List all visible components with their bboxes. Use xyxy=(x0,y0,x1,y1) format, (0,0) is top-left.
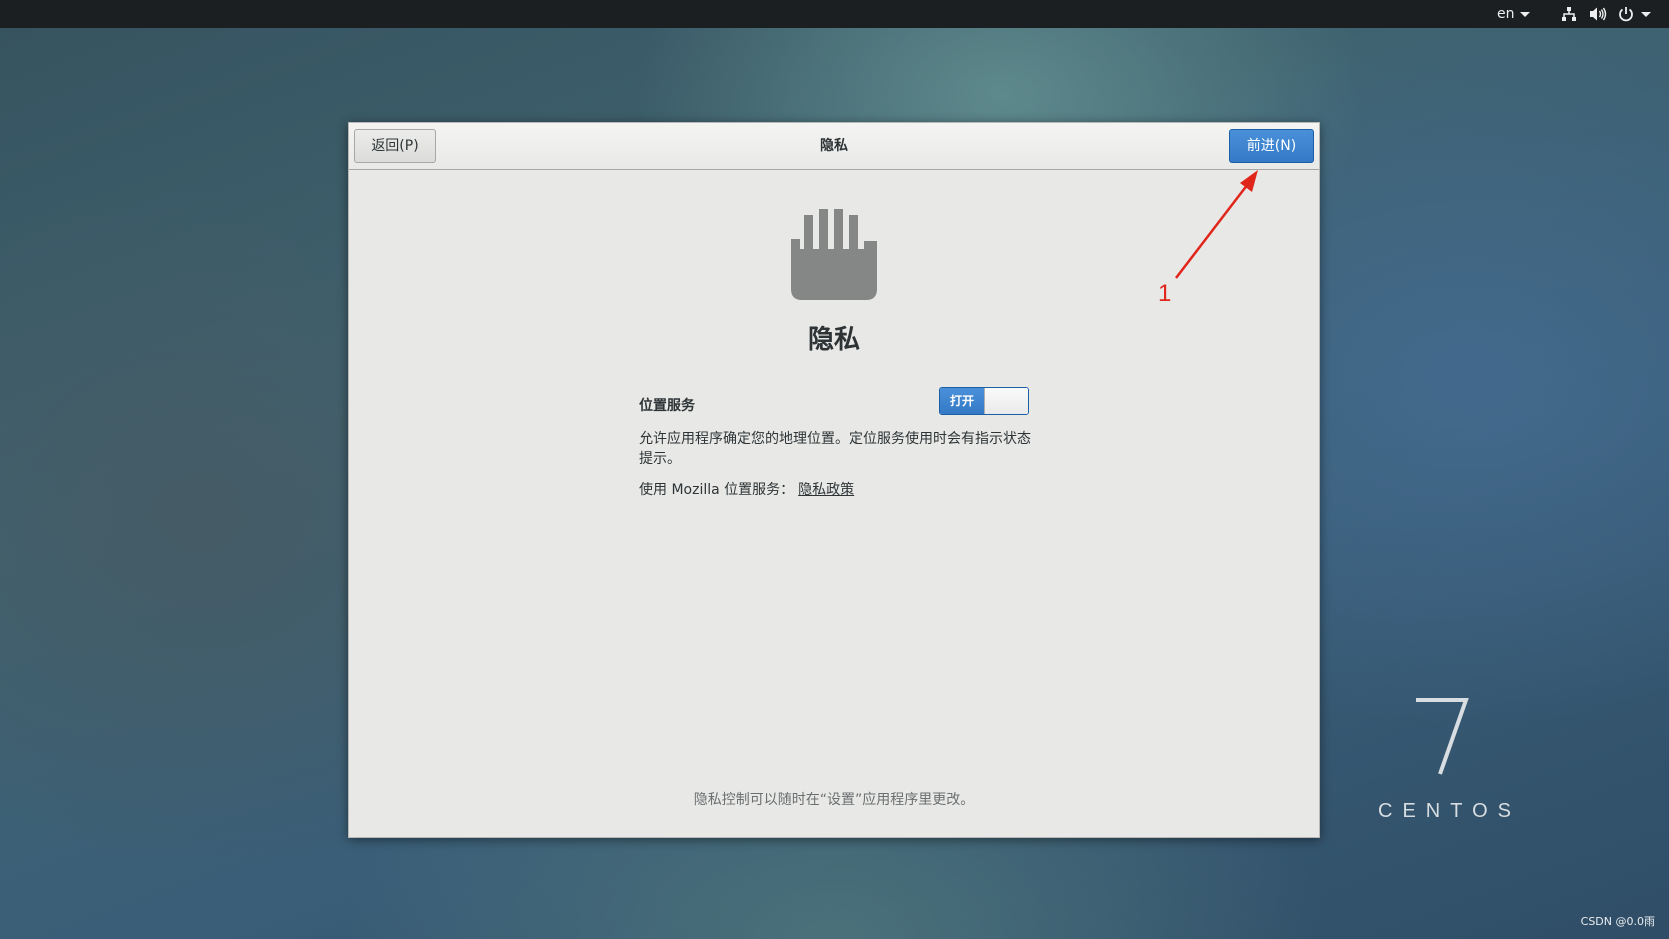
power-menu[interactable] xyxy=(1618,0,1654,28)
footer-note: 隐私控制可以随时在“设置”应用程序里更改。 xyxy=(693,792,975,808)
language-menu[interactable]: en xyxy=(1497,0,1530,28)
volume-icon[interactable] xyxy=(1589,0,1607,28)
page-heading: 隐私 xyxy=(807,325,860,355)
privacy-policy-link[interactable]: 隐私政策 xyxy=(798,482,854,498)
location-description: 允许应用程序确定您的地理位置。定位服务使用时会有指示状态提示。 xyxy=(639,431,1031,467)
switch-on-label: 打开 xyxy=(940,388,984,414)
power-icon xyxy=(1619,7,1651,22)
back-button[interactable]: 返回(P) xyxy=(354,129,436,163)
desktop: en 隐私 返回(P) 前进(N) 隐私 位置服务 打开 允许应用程序确定您的地… xyxy=(0,0,1669,939)
location-services-switch[interactable]: 打开 xyxy=(939,387,1029,415)
switch-knob xyxy=(984,388,1028,414)
mozilla-service-text: 使用 Mozilla 位置服务： xyxy=(639,482,795,498)
hand-stop-icon xyxy=(791,209,877,300)
annotation-number: 1 xyxy=(1158,280,1172,307)
next-button[interactable]: 前进(N) xyxy=(1229,129,1314,163)
centos-logo-text: CENTOS xyxy=(1378,800,1521,822)
header-bar: 隐私 返回(P) 前进(N) xyxy=(349,123,1319,170)
privacy-dialog: 隐私 返回(P) 前进(N) 隐私 位置服务 打开 允许应用程序确定您的地理位置… xyxy=(348,122,1320,838)
language-label: en xyxy=(1497,6,1515,22)
mozilla-service-line: 使用 Mozilla 位置服务： 隐私政策 xyxy=(639,479,854,499)
chevron-down-icon xyxy=(1519,11,1530,17)
location-services-label: 位置服务 xyxy=(639,398,695,414)
dialog-title: 隐私 xyxy=(820,138,848,154)
centos-seven-logo xyxy=(1416,698,1469,775)
network-icon[interactable] xyxy=(1561,0,1577,28)
csdn-watermark: CSDN @0.0雨 xyxy=(1580,915,1655,928)
top-bar: en xyxy=(0,0,1669,28)
